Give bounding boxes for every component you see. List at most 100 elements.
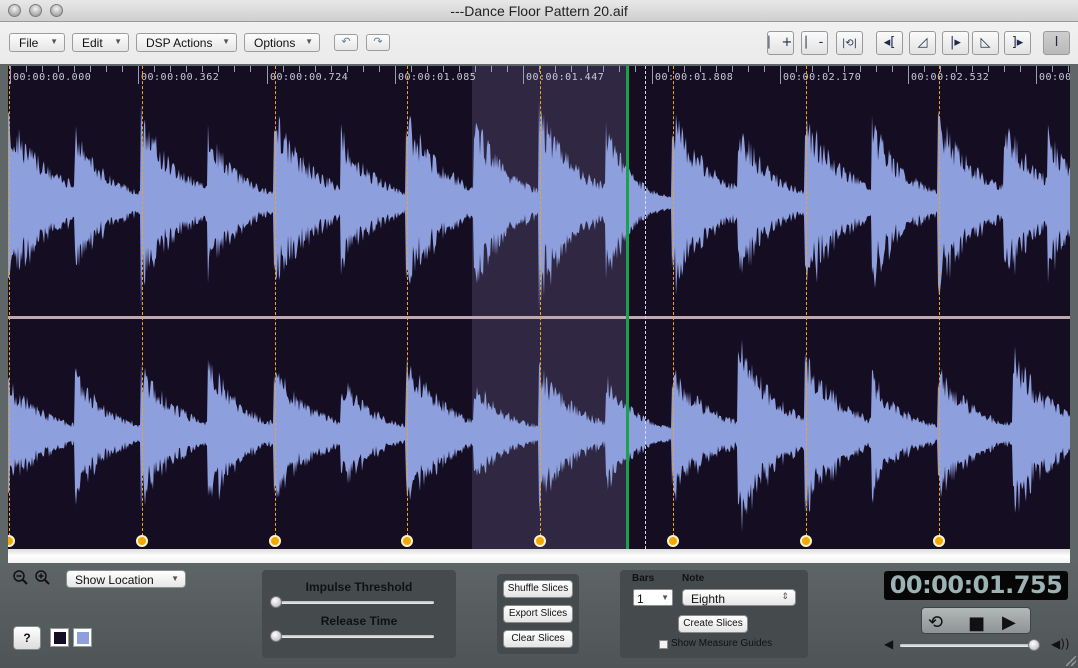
remove-slice-tool-button[interactable]: ⎸-	[801, 31, 828, 55]
ruler-minor-tick	[347, 66, 348, 72]
zoom-in-button[interactable]	[34, 569, 52, 587]
fade-out-tool-button[interactable]: ◺	[972, 31, 999, 55]
playhead[interactable]	[626, 66, 629, 549]
waveform-view[interactable]: 00:00:00.000 00:00:00.362 00:00:00.724 00:0…	[8, 66, 1070, 549]
display-mode-value: Show Location	[75, 573, 154, 587]
chevron-down-icon: ▼	[661, 593, 669, 602]
zoom-out-button[interactable]	[12, 569, 30, 587]
undo-button[interactable]: ↶	[334, 34, 358, 51]
text-cursor-tool-button[interactable]: I	[1043, 31, 1070, 55]
release-time-slider[interactable]	[276, 635, 434, 638]
slice-marker-handle[interactable]	[401, 535, 413, 547]
ruler-minor-tick	[58, 66, 59, 72]
ruler-major-tick	[780, 66, 781, 84]
ruler-minor-tick	[250, 66, 251, 72]
time-ruler[interactable]: 00:00:00.000 00:00:00.362 00:00:00.724 00:0…	[8, 66, 1070, 88]
ruler-time-label: 00:00:00.000	[13, 72, 92, 83]
impulse-threshold-knob[interactable]	[270, 596, 282, 608]
slice-marker-line	[673, 66, 674, 541]
ruler-time-label: 00:00:01.085	[398, 72, 477, 83]
edit-menu[interactable]: Edit ▼	[72, 33, 129, 52]
timecode-display: 00:00:01.755	[884, 571, 1068, 600]
chevron-down-icon: ▼	[114, 37, 122, 46]
ruler-minor-tick	[1068, 66, 1069, 72]
slice-marker-handle[interactable]	[933, 535, 945, 547]
ruler-minor-tick	[555, 66, 556, 72]
clear-slices-button[interactable]: Clear Slices	[503, 630, 573, 648]
volume-low-icon: ◀	[884, 637, 894, 651]
trim-end-tool-icon: ]▸	[1011, 35, 1024, 50]
ruler-minor-tick	[507, 66, 508, 72]
waveform-color-swatch[interactable]	[73, 628, 92, 647]
dsp-actions-menu[interactable]: DSP Actions ▼	[136, 33, 237, 52]
ruler-minor-tick	[571, 66, 572, 72]
slice-marker-line	[407, 66, 408, 541]
volume-slider[interactable]	[900, 644, 1040, 647]
show-measure-guides-checkbox[interactable]	[659, 640, 668, 649]
ruler-minor-tick	[700, 66, 701, 72]
slice-marker-handle[interactable]	[667, 535, 679, 547]
selection-end-marker[interactable]	[645, 66, 646, 549]
slice-marker-handle[interactable]	[534, 535, 546, 547]
fade-out-tool-icon: ◺	[980, 35, 991, 50]
ruler-minor-tick	[924, 66, 925, 72]
transport-controls: ⟲ ■ ▶	[921, 607, 1031, 634]
chevron-down-icon: ▼	[171, 574, 179, 583]
ruler-minor-tick	[860, 66, 861, 72]
impulse-threshold-slider[interactable]	[276, 601, 434, 604]
ruler-major-tick	[138, 66, 139, 84]
ruler-minor-tick	[186, 66, 187, 72]
loop-selection-tool-icon: |⟲|	[841, 38, 858, 49]
display-mode-select[interactable]: Show Location ▼	[66, 570, 186, 588]
move-marker-tool-button[interactable]: |▸	[942, 31, 969, 55]
volume-knob[interactable]	[1028, 639, 1041, 651]
chevron-down-icon: ▼	[305, 37, 313, 46]
file-menu-label: File	[19, 36, 39, 50]
ruler-major-tick	[908, 66, 909, 84]
redo-icon: ↷	[373, 36, 383, 48]
options-menu[interactable]: Options ▼	[244, 33, 320, 52]
undo-icon: ↶	[341, 36, 351, 48]
background-color-swatch[interactable]	[50, 628, 69, 647]
trim-start-tool-button[interactable]: ◂[	[876, 31, 903, 55]
ruler-minor-tick	[748, 66, 749, 72]
release-time-knob[interactable]	[270, 630, 282, 642]
slice-marker-handle[interactable]	[800, 535, 812, 547]
slice-marker-handle[interactable]	[269, 535, 281, 547]
remove-slice-tool-icon: ⎸-	[805, 35, 824, 50]
slice-marker-line	[806, 66, 807, 541]
slice-marker-line	[9, 66, 10, 541]
ruler-minor-tick	[106, 66, 107, 72]
add-slice-tool-button[interactable]: ⎸+	[767, 31, 794, 55]
ruler-minor-tick	[635, 66, 636, 72]
window-title: ---Dance Floor Pattern 20.aif	[450, 3, 628, 19]
redo-button[interactable]: ↷	[366, 34, 390, 51]
ruler-minor-tick	[42, 66, 43, 72]
trim-end-tool-button[interactable]: ]▸	[1004, 31, 1031, 55]
resize-grip[interactable]	[1066, 656, 1076, 666]
control-panel: Show Location ▼ ? Impulse Threshold Relea…	[0, 563, 1078, 668]
volume-high-icon: ◀))	[1051, 637, 1070, 651]
ruler-minor-tick	[603, 66, 604, 72]
note-select[interactable]: Eighth ⇕	[682, 589, 796, 606]
ruler-minor-tick	[202, 66, 203, 72]
release-time-label: Release Time	[320, 614, 398, 628]
waveform-channel-right[interactable]	[8, 319, 1070, 549]
horizontal-scrollbar[interactable]	[8, 549, 1070, 563]
bars-select[interactable]: 1 ▼	[633, 589, 673, 606]
loop-selection-tool-button[interactable]: |⟲|	[836, 31, 863, 55]
waveform-channel-left[interactable]	[8, 88, 1070, 318]
slice-marker-handle[interactable]	[136, 535, 148, 547]
background-color-fill	[54, 632, 66, 644]
ruler-minor-tick	[74, 66, 75, 72]
ruler-minor-tick	[812, 66, 813, 72]
ruler-minor-tick	[876, 66, 877, 72]
create-slices-button[interactable]: Create Slices	[678, 615, 748, 633]
shuffle-slices-button[interactable]: Shuffle Slices	[503, 580, 573, 598]
waveform-color-fill	[77, 632, 89, 644]
export-slices-button[interactable]: Export Slices	[503, 605, 573, 623]
detection-panel: Impulse Threshold Release Time	[262, 570, 456, 658]
file-menu[interactable]: File ▼	[9, 33, 65, 52]
help-button[interactable]: ?	[13, 626, 41, 650]
fade-in-tool-button[interactable]: ◿	[909, 31, 936, 55]
